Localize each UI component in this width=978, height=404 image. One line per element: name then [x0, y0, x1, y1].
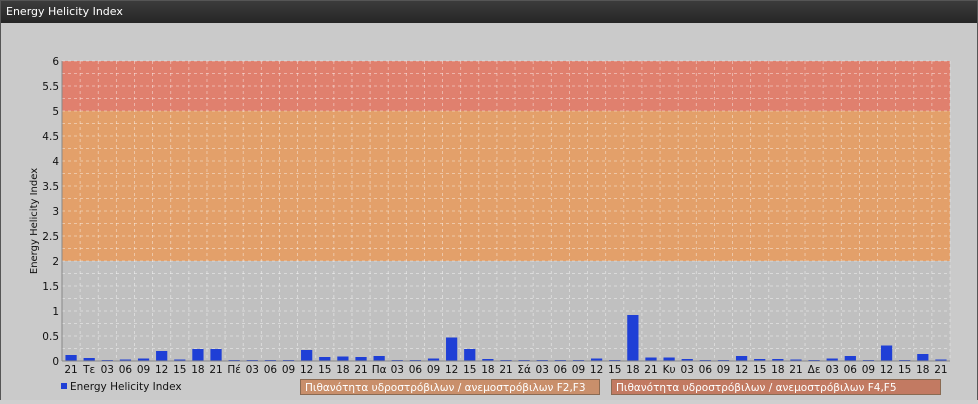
x-tick-label: 12 [300, 364, 313, 376]
bar [210, 349, 222, 361]
y-axis-label: Energy Helicity Index [29, 168, 40, 274]
x-tick-label: 03 [246, 364, 259, 376]
legend-band-f2-f3: Πιθανότητα υδροστρόβιλων / ανεμοστρόβιλω… [300, 379, 600, 395]
x-tick-label: 21 [499, 364, 512, 376]
x-tick-label: 21 [64, 364, 77, 376]
legend-series-label: Energy Helicity Index [70, 381, 182, 393]
bar [735, 356, 748, 361]
x-tick-label: 06 [119, 364, 133, 376]
x-tick-label: 21 [789, 364, 802, 376]
chart-window: Energy Helicity Index 0 0.5 1 1.5 2 2.5 3 3.5 4 4… [0, 0, 978, 400]
x-tick-label: 12 [880, 364, 893, 376]
x-tick-label: 18 [481, 364, 494, 376]
y-tick-label: 6 [52, 56, 59, 68]
x-tick-label: 09 [717, 364, 730, 376]
x-tick-label: 15 [318, 364, 331, 376]
x-tick-label: 09 [572, 364, 585, 376]
x-tick-label: 18 [336, 364, 349, 376]
x-tick-label: 03 [536, 364, 549, 376]
legend-series[interactable]: Energy Helicity Index [61, 379, 182, 395]
bar [446, 337, 458, 361]
bar [373, 356, 385, 361]
x-tick-label: 06 [264, 364, 278, 376]
bar [301, 350, 313, 361]
bar [464, 349, 476, 361]
y-tick-label: 5 [52, 106, 59, 118]
x-tick-label: 03 [391, 364, 404, 376]
bar [663, 357, 675, 361]
x-tick-label: 21 [354, 364, 367, 376]
x-tick-label: 15 [898, 364, 911, 376]
x-tick-label: 15 [463, 364, 476, 376]
x-tick-label: 03 [101, 364, 114, 376]
x-tick-label: 15 [608, 364, 621, 376]
bar [355, 357, 367, 361]
x-tick-label: 12 [155, 364, 168, 376]
x-tick-label: 18 [771, 364, 784, 376]
x-tick-label: Δε [808, 364, 821, 376]
x-tick-label: 09 [137, 364, 150, 376]
legend-band-f4-f5: Πιθανότητα υδροστρόβιλων / ανεμοστρόβιλω… [611, 379, 941, 395]
window-title: Energy Helicity Index [1, 1, 977, 23]
helicity-chart: 0 0.5 1 1.5 2 2.5 3 3.5 4 4.5 5 5.5 6 21 Τε 03 06 09 12 15 1… [29, 56, 951, 376]
x-tick-label: 18 [916, 364, 929, 376]
bar [880, 345, 893, 361]
y-tick-label: 3.5 [42, 181, 59, 193]
bar [156, 351, 168, 361]
bar [65, 355, 77, 361]
x-tick-label: Σά [517, 364, 531, 376]
x-tick-label: 03 [826, 364, 839, 376]
x-tick-label: 12 [445, 364, 458, 376]
x-tick-label: Πα [372, 364, 387, 376]
x-tick-label: 18 [191, 364, 204, 376]
x-tick-label: 15 [173, 364, 186, 376]
x-tick-label: 09 [862, 364, 875, 376]
x-tick-label: 09 [427, 364, 440, 376]
x-tick-label: Κυ [663, 364, 676, 376]
y-tick-label: 2 [52, 256, 59, 268]
y-tick-label: 3 [52, 206, 59, 218]
x-tick-label: 06 [844, 364, 858, 376]
x-tick-label: Τε [82, 364, 95, 376]
x-tick-label: 06 [409, 364, 423, 376]
bar [917, 354, 929, 361]
y-tick-label: 0 [52, 356, 59, 368]
bar [645, 357, 657, 361]
y-tick-label: 5.5 [42, 81, 59, 93]
x-tick-label: 21 [934, 364, 947, 376]
x-tick-label: 18 [626, 364, 639, 376]
bar [319, 357, 331, 361]
y-tick-label: 4.5 [42, 131, 59, 143]
bar [627, 315, 639, 361]
y-tick-label: 1 [52, 306, 59, 318]
bar [844, 356, 856, 361]
bar [192, 349, 204, 361]
y-tick-label: 2.5 [42, 231, 59, 243]
x-tick-label: Πέ [227, 364, 241, 376]
bar [337, 356, 349, 361]
x-tick-label: 09 [282, 364, 295, 376]
x-tick-label: 03 [681, 364, 694, 376]
legend-swatch [61, 383, 67, 389]
y-tick-label: 4 [52, 156, 59, 168]
x-tick-label: 15 [753, 364, 766, 376]
y-tick-label: 1.5 [42, 281, 59, 293]
y-tick-label: 0.5 [42, 331, 59, 343]
chart-area: 0 0.5 1 1.5 2 2.5 3 3.5 4 4.5 5 5.5 6 21 Τε 03 06 09 12 15 1… [1, 24, 977, 400]
x-tick-label: 06 [699, 364, 713, 376]
x-tick-label: 21 [644, 364, 657, 376]
x-tick-label: 06 [554, 364, 568, 376]
x-tick-label: 12 [735, 364, 748, 376]
x-tick-label: 21 [209, 364, 222, 376]
x-tick-label: 12 [590, 364, 603, 376]
